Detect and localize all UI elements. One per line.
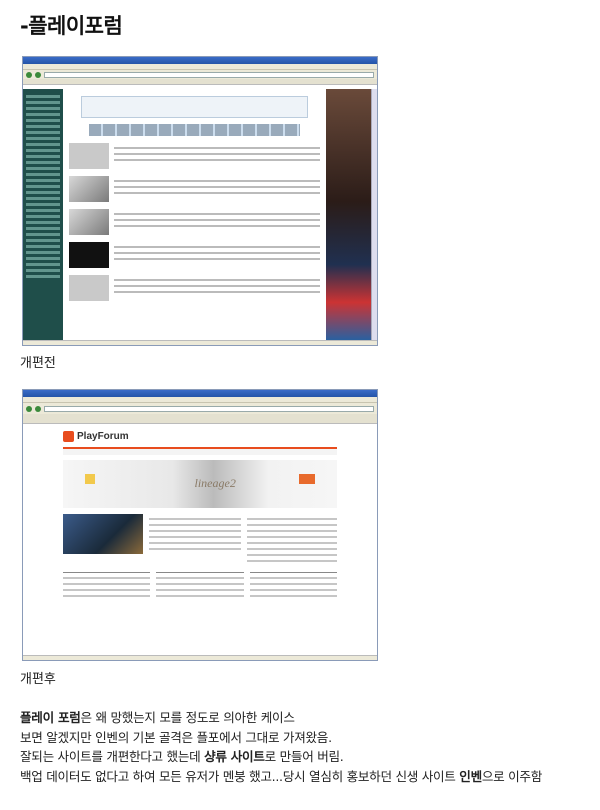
content-box [156, 572, 244, 601]
browser-status-bar [23, 655, 377, 660]
body-line-3: 잘되는 사이트를 개편한다고 했는데 샹류 사이트로 만들어 버림. [20, 747, 590, 767]
browser-nav-bar [23, 403, 377, 414]
text: 로 만들어 버림. [264, 749, 344, 764]
screenshot-before [22, 56, 378, 346]
text: 백업 데이터도 없다고 하여 모든 유저가 멘붕 했고...당시 열심히 홍보하… [20, 768, 460, 784]
before-content [63, 89, 326, 340]
text: 잘되는 사이트를 개편한다고 했는데 [20, 749, 205, 764]
browser-title-bar [23, 390, 377, 397]
caption-after: 개편후 [20, 672, 56, 687]
scrollbar [371, 89, 377, 340]
text: 은 왜 망했는지 모를 정도로 의아한 케이스 [80, 710, 295, 725]
forward-icon [35, 405, 41, 412]
after-main-columns [63, 514, 337, 566]
body-line-2: 보면 알겠지만 인벤의 기본 골격은 플포에서 그대로 가져왔음. [20, 729, 332, 745]
before-header-box [81, 96, 308, 118]
back-icon [26, 71, 32, 78]
content-box [249, 572, 337, 601]
list-item [69, 275, 320, 301]
forward-icon [35, 71, 41, 78]
caption-before: 개편전 [20, 356, 56, 371]
thumbnail [69, 275, 109, 301]
before-ad-banner [326, 89, 371, 340]
logo-text: PlayForum [77, 430, 129, 442]
banner-tag [85, 474, 95, 484]
browser-title-bar [23, 57, 377, 64]
thumbnail [69, 209, 109, 235]
after-boxes [63, 572, 337, 601]
browser-nav-bar [23, 70, 377, 79]
playforum-logo: PlayForum [63, 429, 337, 443]
thumbnail [69, 176, 109, 202]
bold-text: 인벤 [459, 768, 482, 784]
featured-image [63, 514, 143, 554]
content-box [63, 572, 151, 601]
address-bar [44, 71, 374, 78]
banner-tag [299, 474, 315, 484]
address-bar [44, 405, 374, 412]
text: 으로 이주함 [481, 768, 542, 784]
after-page: PlayForum lineage2 [23, 424, 377, 655]
browser-links-bar [23, 414, 377, 424]
playforum-logo-icon [63, 430, 74, 442]
body-line-1: 플레이 포럼은 왜 망했는지 모를 정도로 의아한 케이스 [20, 708, 590, 728]
thumbnail [69, 143, 109, 169]
browser-status-bar [23, 340, 377, 345]
after-nav-bar [63, 447, 337, 455]
browser-links-bar [23, 79, 377, 85]
before-page [23, 89, 377, 340]
after-banner: lineage2 [63, 460, 337, 508]
news-list [247, 514, 337, 566]
body-paragraph: 플레이 포럼은 왜 망했는지 모를 정도로 의아한 케이스 보면 알겠지만 인벤… [20, 708, 590, 786]
banner-game-logo: lineage2 [194, 476, 236, 490]
screenshot-after: PlayForum lineage2 [22, 389, 378, 661]
list-item [69, 143, 320, 169]
bold-text: 샹류 사이트 [204, 749, 265, 764]
featured-text [149, 514, 241, 566]
page-title: -플레이포럼 [20, 14, 123, 38]
body-line-4: 백업 데이터도 없다고 하여 모든 유저가 멘붕 했고...당시 열심히 홍보하… [20, 767, 590, 787]
back-icon [26, 405, 32, 412]
bold-text: 플레이 포럼 [20, 710, 81, 725]
list-item [69, 209, 320, 235]
list-item [69, 176, 320, 202]
before-sidebar [23, 89, 63, 340]
before-button-row [89, 124, 300, 136]
list-item [69, 242, 320, 268]
thumbnail [69, 242, 109, 268]
